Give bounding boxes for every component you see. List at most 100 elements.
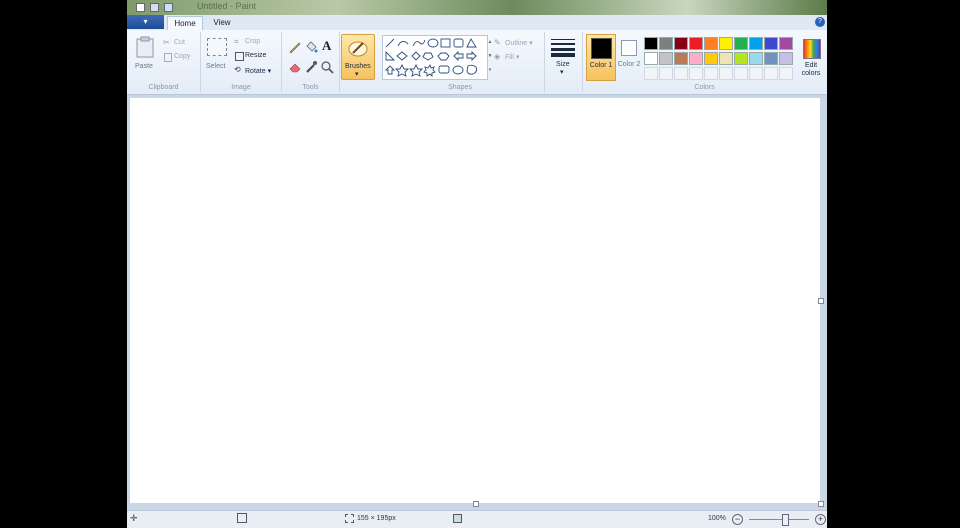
crop-label: Crop <box>245 38 261 45</box>
color1-button[interactable]: Color 1 <box>586 34 616 81</box>
shapes-group-label: Shapes <box>448 84 472 91</box>
color2-button[interactable]: Color 2 <box>616 34 642 79</box>
crop-icon: ⌗ <box>234 37 239 46</box>
palette-swatch[interactable] <box>689 37 703 50</box>
palette-swatch[interactable] <box>689 52 703 65</box>
shapes-gallery-icons <box>384 38 478 78</box>
outline-button[interactable]: ✎ Outline ▾ <box>494 38 542 49</box>
palette-swatch[interactable] <box>704 37 718 50</box>
palette-swatch[interactable] <box>779 67 793 80</box>
palette-swatch[interactable] <box>659 52 673 65</box>
magnifier-icon[interactable] <box>320 60 334 74</box>
line-width-icon <box>551 39 575 57</box>
palette-swatch[interactable] <box>674 52 688 65</box>
palette-swatch[interactable] <box>674 37 688 50</box>
cut-button[interactable]: ✂ Cut <box>163 38 197 49</box>
colors-group: Color 1 Color 2 Edit colors Colors <box>582 32 826 92</box>
brushes-dropdown-icon: ▾ <box>355 71 359 78</box>
tab-home[interactable]: Home <box>167 16 203 31</box>
image-size-icon <box>345 514 354 523</box>
palette-swatch[interactable] <box>659 67 673 80</box>
rotate-button[interactable]: ⟲ Rotate ▾ <box>234 65 278 77</box>
palette-swatch[interactable] <box>764 37 778 50</box>
resize-label: Resize <box>245 52 267 59</box>
palette-swatch[interactable] <box>779 52 793 65</box>
color2-swatch <box>621 40 637 56</box>
brushes-label: Brushes <box>345 63 371 70</box>
palette-swatch[interactable] <box>764 52 778 65</box>
paste-button[interactable]: Paste <box>132 34 158 78</box>
undo-icon[interactable] <box>150 3 159 12</box>
color2-label: Color 2 <box>617 61 641 68</box>
redo-icon[interactable] <box>164 3 173 12</box>
resize-handle-corner[interactable] <box>818 501 824 507</box>
palette-swatch[interactable] <box>644 37 658 50</box>
help-icon[interactable]: ? <box>815 17 825 27</box>
fill-button[interactable]: ◈ Fill ▾ <box>494 52 542 63</box>
pencil-icon[interactable] <box>288 40 302 54</box>
shapes-gallery[interactable] <box>382 35 488 80</box>
color-palette <box>644 37 796 81</box>
clipboard-icon <box>136 36 154 58</box>
brush-icon <box>348 41 368 57</box>
size-label: Size <box>556 61 570 68</box>
palette-swatch[interactable] <box>674 67 688 80</box>
fill-bucket-icon[interactable] <box>304 40 318 54</box>
resize-handle-bottom[interactable] <box>473 501 479 507</box>
select-button[interactable]: Select <box>203 34 231 78</box>
ribbon-tabs: ▾ Home View ? <box>127 15 827 31</box>
clipboard-group: Paste ✂ Cut Copy Clipboard <box>127 32 201 92</box>
cursor-position-icon: ✛ <box>130 513 138 523</box>
tab-view[interactable]: View <box>205 16 239 30</box>
shapes-group: ▲ ▼ ▾ ✎ Outline ▾ ◈ Fill ▾ Shapes <box>376 32 545 92</box>
palette-swatch[interactable] <box>749 52 763 65</box>
palette-swatch[interactable] <box>644 67 658 80</box>
palette-swatch[interactable] <box>779 37 793 50</box>
color-picker-icon[interactable] <box>304 60 318 74</box>
palette-swatch[interactable] <box>659 37 673 50</box>
palette-swatch[interactable] <box>749 67 763 80</box>
palette-swatch[interactable] <box>719 37 733 50</box>
zoom-slider[interactable] <box>749 519 809 520</box>
file-menu-button[interactable]: ▾ <box>127 15 164 29</box>
fill-icon: ◈ <box>494 52 501 61</box>
canvas-area <box>127 95 827 510</box>
resize-handle-right[interactable] <box>818 298 824 304</box>
color1-swatch <box>591 38 612 59</box>
drawing-canvas[interactable] <box>130 98 820 503</box>
palette-swatch[interactable] <box>704 67 718 80</box>
crop-button[interactable]: ⌗ Crop <box>234 37 278 48</box>
scissors-icon: ✂ <box>163 38 170 47</box>
palette-swatch[interactable] <box>704 52 718 65</box>
text-icon[interactable]: A <box>322 38 331 54</box>
palette-swatch[interactable] <box>719 67 733 80</box>
shapes-scroll[interactable]: ▲ ▼ ▾ <box>487 35 493 78</box>
save-icon[interactable] <box>136 3 145 12</box>
palette-swatch[interactable] <box>734 52 748 65</box>
palette-swatch[interactable] <box>734 37 748 50</box>
palette-swatch[interactable] <box>719 52 733 65</box>
edit-colors-label: Edit colors <box>801 62 821 77</box>
resize-button[interactable]: Resize <box>234 51 278 62</box>
brushes-button[interactable]: Brushes ▾ <box>341 34 375 80</box>
file-size-icon <box>453 514 462 523</box>
palette-swatch[interactable] <box>734 67 748 80</box>
zoom-slider-thumb[interactable] <box>782 514 789 526</box>
rainbow-palette-icon <box>803 39 821 59</box>
palette-swatch[interactable] <box>749 37 763 50</box>
palette-swatch[interactable] <box>689 67 703 80</box>
resize-icon <box>235 52 244 61</box>
color1-label: Color 1 <box>589 62 613 69</box>
zoom-in-button[interactable]: + <box>815 514 826 525</box>
edit-colors-button[interactable]: Edit colors <box>797 36 825 80</box>
rotate-icon: ⟲ <box>234 65 241 74</box>
copy-button[interactable]: Copy <box>163 52 197 63</box>
outline-icon: ✎ <box>494 38 501 47</box>
ribbon: Paste ✂ Cut Copy Clipboard Select ⌗ Crop <box>127 30 827 95</box>
tools-group-label: Tools <box>302 84 319 91</box>
palette-swatch[interactable] <box>644 52 658 65</box>
zoom-out-button[interactable]: − <box>732 514 743 525</box>
palette-swatch[interactable] <box>764 67 778 80</box>
eraser-icon[interactable] <box>288 60 302 74</box>
size-button[interactable]: Size ▾ <box>548 34 578 78</box>
